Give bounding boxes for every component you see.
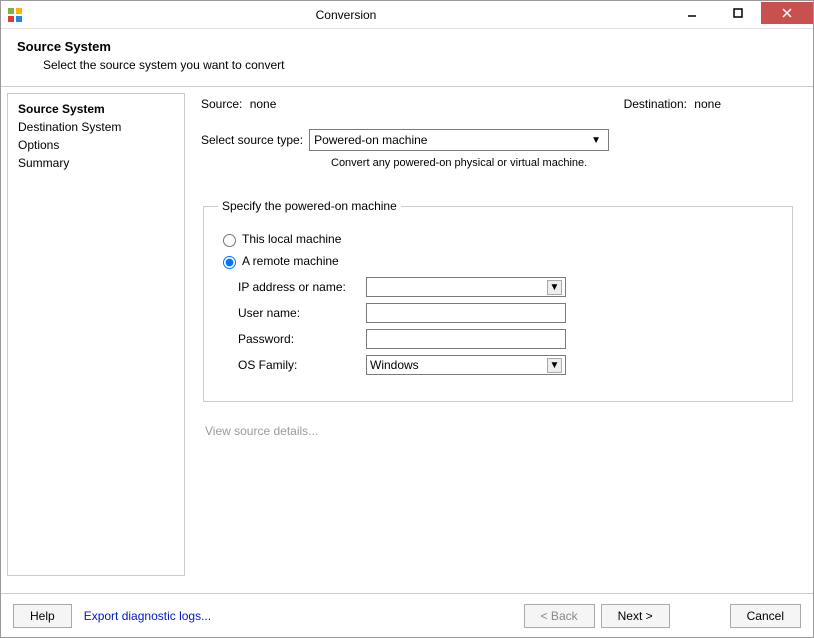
user-name-input[interactable] xyxy=(366,303,566,323)
select-source-row: Select source type: Powered-on machine ▼ xyxy=(201,129,799,151)
powered-on-machine-group: Specify the powered-on machine This loca… xyxy=(203,199,793,402)
radio-a-remote-machine[interactable]: A remote machine xyxy=(218,253,778,269)
help-button[interactable]: Help xyxy=(13,604,72,628)
chevron-down-icon: ▼ xyxy=(547,358,562,373)
next-button[interactable]: Next > xyxy=(601,604,670,628)
source-summary: Source: none xyxy=(201,97,276,111)
radio-remote-input[interactable] xyxy=(223,256,236,269)
export-diagnostic-logs-link[interactable]: Export diagnostic logs... xyxy=(84,609,211,623)
maximize-button[interactable] xyxy=(715,2,761,24)
radio-this-local-machine[interactable]: This local machine xyxy=(218,231,778,247)
app-icon xyxy=(7,7,23,23)
os-family-value: Windows xyxy=(370,358,419,372)
conversion-wizard-window: Conversion Source System Select the sour… xyxy=(0,0,814,638)
os-family-label: OS Family: xyxy=(238,358,366,372)
destination-label: Destination: xyxy=(624,97,687,111)
destination-summary: Destination: none xyxy=(624,97,721,111)
window-buttons xyxy=(669,2,813,24)
select-source-type-value: Powered-on machine xyxy=(314,133,427,147)
ip-address-label: IP address or name: xyxy=(238,280,366,294)
wizard-footer: Help Export diagnostic logs... < Back Ne… xyxy=(1,593,813,637)
view-source-details-link: View source details... xyxy=(205,424,799,438)
titlebar: Conversion xyxy=(1,1,813,29)
source-value: none xyxy=(250,97,277,111)
wizard-header: Source System Select the source system y… xyxy=(1,29,813,87)
radio-local-input[interactable] xyxy=(223,234,236,247)
sidebar-item-summary[interactable]: Summary xyxy=(18,154,174,172)
sidebar-item-options[interactable]: Options xyxy=(18,136,174,154)
wizard-steps-sidebar: Source System Destination System Options… xyxy=(7,93,185,576)
wizard-main-panel: Source: none Destination: none Select so… xyxy=(193,93,807,576)
group-legend: Specify the powered-on machine xyxy=(218,199,401,213)
close-button[interactable] xyxy=(761,2,813,24)
sidebar-item-destination-system[interactable]: Destination System xyxy=(18,118,174,136)
select-source-hint: Convert any powered-on physical or virtu… xyxy=(331,157,799,169)
os-family-dropdown[interactable]: Windows ▼ xyxy=(366,355,566,375)
header-title: Source System xyxy=(17,39,797,54)
remote-machine-form: IP address or name: ▼ User name: Passwor… xyxy=(238,277,778,375)
user-name-label: User name: xyxy=(238,306,366,320)
chevron-down-icon: ▼ xyxy=(547,280,562,295)
minimize-button[interactable] xyxy=(669,2,715,24)
select-source-type-dropdown[interactable]: Powered-on machine ▼ xyxy=(309,129,609,151)
header-subtitle: Select the source system you want to con… xyxy=(43,58,797,72)
select-source-type-label: Select source type: xyxy=(201,133,303,147)
cancel-button[interactable]: Cancel xyxy=(730,604,801,628)
back-button[interactable]: < Back xyxy=(524,604,595,628)
window-title: Conversion xyxy=(23,8,669,22)
ip-address-combobox[interactable]: ▼ xyxy=(366,277,566,297)
password-label: Password: xyxy=(238,332,366,346)
chevron-down-icon: ▼ xyxy=(588,135,604,146)
ip-address-input[interactable] xyxy=(370,279,540,295)
source-label: Source: xyxy=(201,97,242,111)
destination-value: none xyxy=(694,97,721,111)
radio-remote-label: A remote machine xyxy=(242,254,339,268)
source-destination-row: Source: none Destination: none xyxy=(201,97,721,111)
radio-local-label: This local machine xyxy=(242,232,341,246)
password-input[interactable] xyxy=(366,329,566,349)
sidebar-item-source-system[interactable]: Source System xyxy=(18,100,174,118)
wizard-body: Source System Destination System Options… xyxy=(1,87,813,582)
